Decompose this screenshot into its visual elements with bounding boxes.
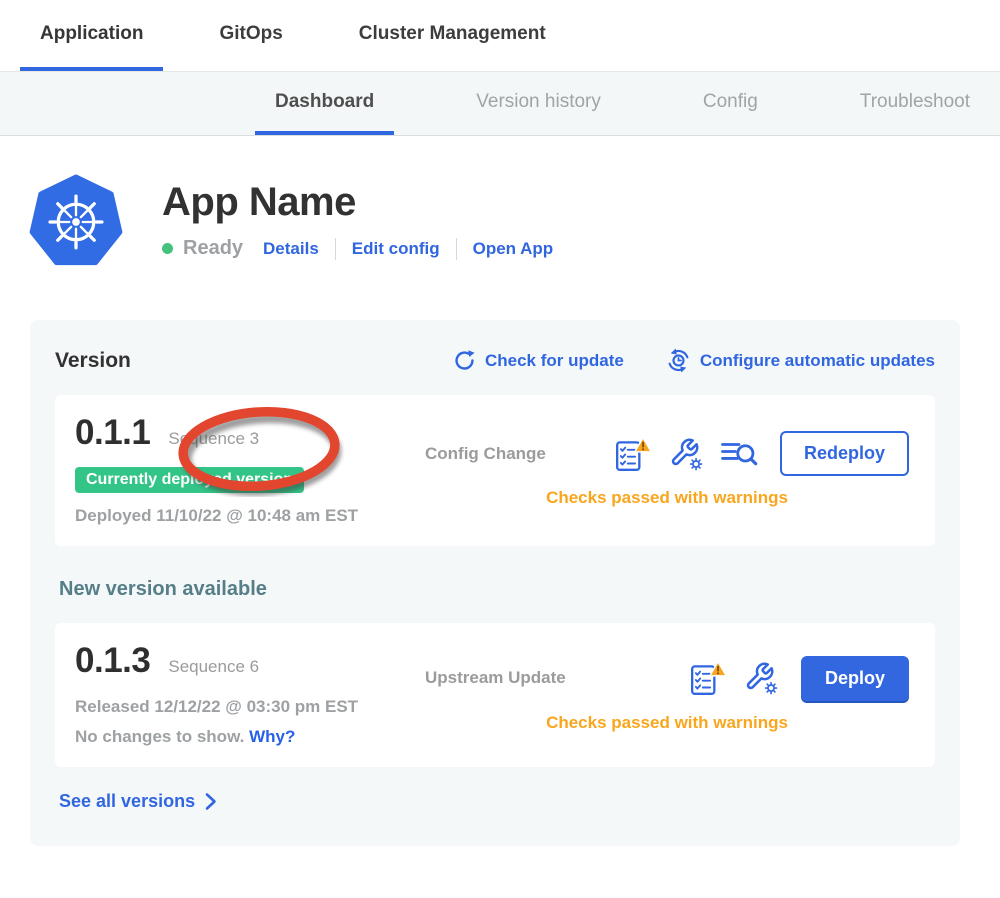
primary-nav: Application GitOps Cluster Management — [0, 0, 1000, 72]
subtab-version-history[interactable]: Version history — [456, 72, 621, 135]
released-timestamp: Released 12/12/22 @ 03:30 pm EST — [75, 697, 425, 717]
status-text: Ready — [183, 237, 243, 260]
edit-config-wrench-icon[interactable] — [668, 436, 704, 472]
status-ready-dot — [162, 243, 173, 254]
see-all-versions-link[interactable]: See all versions — [59, 791, 935, 812]
configure-automatic-updates-link[interactable]: Configure automatic updates — [666, 348, 935, 373]
deploy-button[interactable]: Deploy — [801, 656, 909, 701]
available-checks-status: Checks passed with warnings — [425, 713, 909, 733]
app-subnav: Dashboard Version history Config Trouble… — [0, 72, 1000, 136]
preflight-checks-warning-icon[interactable] — [614, 436, 652, 472]
tab-gitops[interactable]: GitOps — [199, 0, 302, 71]
current-version-source: Config Change — [425, 444, 546, 464]
app-header: App Name Ready Details Edit config Open … — [28, 174, 1000, 270]
no-changes-line: No changes to show. Why? — [75, 727, 425, 747]
check-for-update-link[interactable]: Check for update — [453, 349, 624, 372]
redeploy-button[interactable]: Redeploy — [780, 431, 909, 476]
see-all-versions-label: See all versions — [59, 791, 195, 812]
subtab-config[interactable]: Config — [683, 72, 778, 135]
available-version-source: Upstream Update — [425, 668, 566, 688]
version-heading: Version — [55, 349, 131, 373]
deployed-timestamp: Deployed 11/10/22 @ 10:48 am EST — [75, 506, 425, 526]
subtab-dashboard[interactable]: Dashboard — [255, 72, 394, 135]
current-checks-status: Checks passed with warnings — [425, 488, 909, 508]
tab-application[interactable]: Application — [20, 0, 163, 71]
view-diff-icon[interactable] — [720, 438, 758, 470]
subtab-troubleshoot[interactable]: Troubleshoot — [840, 72, 990, 135]
available-version-number: 0.1.3 — [75, 641, 150, 681]
refresh-icon — [453, 349, 476, 372]
kubernetes-logo — [28, 174, 124, 270]
version-section: Version Check for update Configure — [30, 320, 960, 846]
open-app-link[interactable]: Open App — [473, 239, 554, 259]
new-version-heading: New version available — [59, 578, 935, 601]
no-changes-text: No changes to show. — [75, 727, 244, 746]
configure-automatic-updates-label: Configure automatic updates — [700, 351, 935, 371]
divider — [335, 238, 336, 260]
current-version-card: 0.1.1 Sequence 3 Currently deployed vers… — [55, 395, 935, 546]
app-status-row: Ready Details Edit config Open App — [162, 237, 553, 260]
edit-config-wrench-icon[interactable] — [743, 660, 779, 696]
current-version-sequence: Sequence 3 — [168, 429, 259, 449]
divider — [456, 238, 457, 260]
app-title: App Name — [162, 180, 553, 225]
why-link[interactable]: Why? — [249, 727, 295, 746]
edit-config-link[interactable]: Edit config — [352, 239, 440, 259]
preflight-checks-warning-icon[interactable] — [689, 660, 727, 696]
available-version-sequence: Sequence 6 — [168, 657, 259, 677]
tab-cluster-management[interactable]: Cluster Management — [339, 0, 566, 71]
details-link[interactable]: Details — [263, 239, 319, 259]
available-version-card: 0.1.3 Sequence 6 Released 12/12/22 @ 03:… — [55, 623, 935, 767]
check-for-update-label: Check for update — [485, 351, 624, 371]
auto-update-clock-icon — [666, 348, 691, 373]
currently-deployed-badge: Currently deployed version — [75, 467, 304, 493]
current-version-number: 0.1.1 — [75, 413, 150, 453]
chevron-right-icon — [204, 792, 217, 811]
